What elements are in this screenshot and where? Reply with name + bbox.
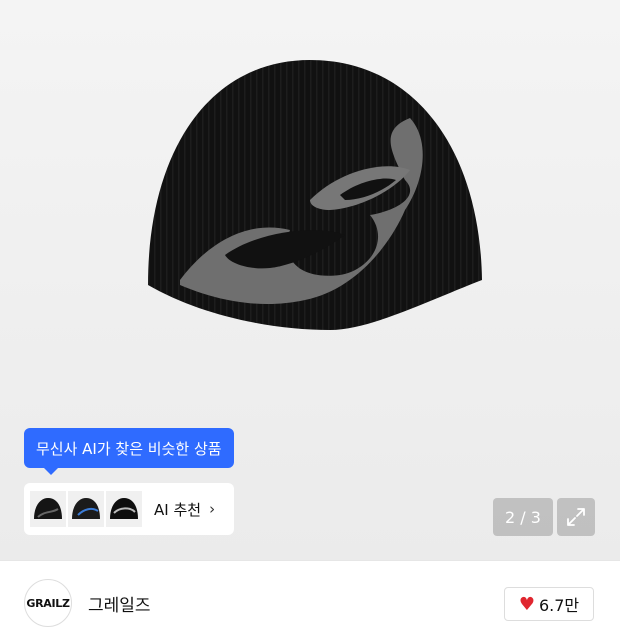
ai-recommend-label[interactable]: AI 추천 xyxy=(154,499,201,520)
like-button[interactable]: ♥ 6.7만 xyxy=(504,587,594,621)
brand-name[interactable]: 그레일즈 xyxy=(88,591,151,616)
beanie-thumbnail-icon xyxy=(34,498,62,519)
expand-image-button[interactable] xyxy=(557,498,595,536)
beanie-thumbnail-icon xyxy=(72,498,100,519)
brand-row: GRAILZ 그레일즈 ♥ 6.7만 xyxy=(0,560,620,627)
beanie-thumbnail-icon xyxy=(110,498,138,519)
similar-item-thumbnail[interactable] xyxy=(30,491,66,527)
ai-recommend-bar[interactable]: AI 추천 › xyxy=(24,483,234,535)
brand-logo-text: GRAILZ xyxy=(26,596,70,610)
image-counter-text: 2 / 3 xyxy=(505,507,541,527)
heart-icon: ♥ xyxy=(518,593,535,615)
expand-icon xyxy=(567,508,585,526)
product-image[interactable]: 무신사 AI가 찾은 비슷한 상품 AI 추천 › 2 / 3 xyxy=(0,0,620,560)
chevron-right-icon: › xyxy=(209,500,216,518)
beanie-image xyxy=(148,60,482,330)
similar-item-thumbnail[interactable] xyxy=(106,491,142,527)
ai-recommend-tooltip: 무신사 AI가 찾은 비슷한 상품 xyxy=(24,428,234,475)
like-count: 6.7만 xyxy=(538,596,580,615)
ai-recommend-tooltip-text: 무신사 AI가 찾은 비슷한 상품 xyxy=(36,439,222,458)
similar-item-thumbnail[interactable] xyxy=(68,491,104,527)
image-counter: 2 / 3 xyxy=(493,498,553,536)
